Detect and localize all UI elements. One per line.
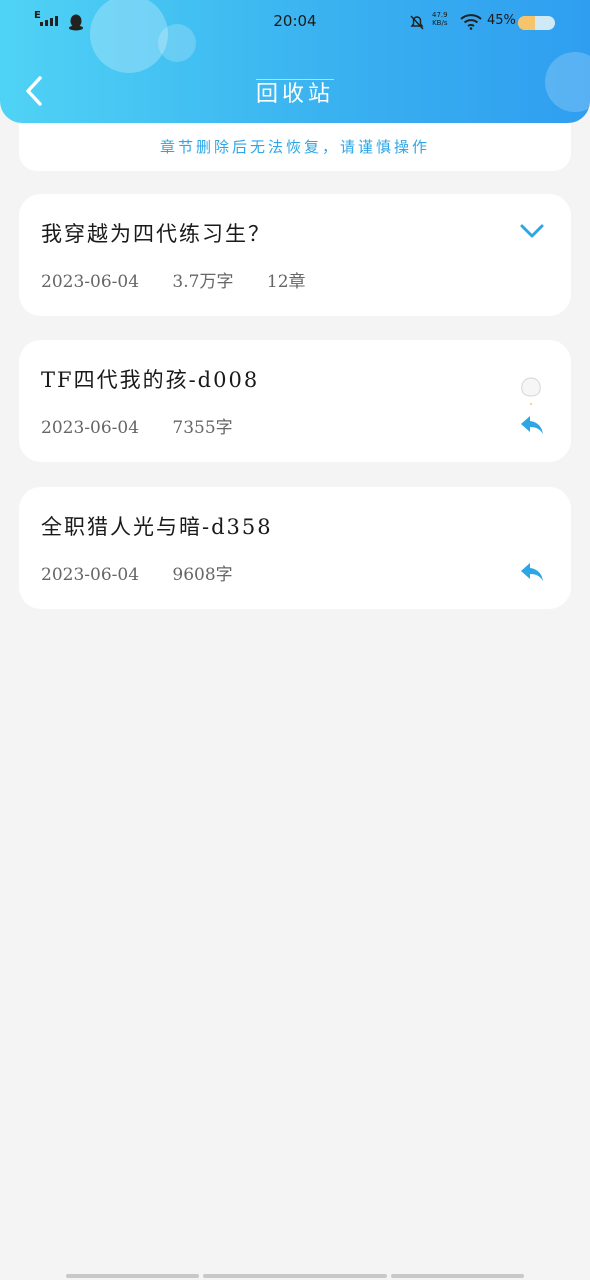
- nav-segment[interactable]: [66, 1274, 199, 1278]
- book-title: 我穿越为四代练习生？: [41, 222, 271, 246]
- battery-icon: [518, 16, 555, 30]
- book-word-count: 7355字: [172, 418, 233, 438]
- book-meta: 2023-06-04 7355字: [41, 413, 261, 438]
- book-card[interactable]: TF四代我的孩-d008 2023-06-04 7355字: [19, 340, 571, 462]
- page-title: 回收站: [0, 76, 590, 108]
- nav-segment[interactable]: [203, 1274, 387, 1278]
- book-date: 2023-06-04: [41, 272, 140, 292]
- wifi-icon: [460, 14, 482, 30]
- book-word-count: 9608字: [172, 565, 233, 585]
- book-title: 全职猎人光与暗-d358: [41, 515, 273, 539]
- mute-bell-icon: [410, 15, 424, 30]
- restore-icon[interactable]: [519, 561, 545, 583]
- book-date: 2023-06-04: [41, 418, 140, 438]
- chevron-down-icon[interactable]: [519, 218, 545, 244]
- book-word-count: 3.7万字: [172, 272, 234, 292]
- ghost-icon: [521, 377, 541, 405]
- book-card[interactable]: 全职猎人光与暗-d358 2023-06-04 9608字: [19, 487, 571, 609]
- battery-fill: [518, 16, 535, 30]
- book-title: TF四代我的孩-d008: [41, 368, 260, 392]
- book-meta: 2023-06-04 3.7万字 12章: [41, 267, 334, 292]
- network-speed: 47.9 KB/s: [432, 11, 448, 27]
- notice-text: 章节删除后无法恢复，请谨慎操作: [159, 138, 430, 156]
- restore-icon[interactable]: [519, 414, 545, 436]
- nav-segment[interactable]: [391, 1274, 524, 1278]
- header-bar: E 20:04 47.9 KB/s 45% 回收站: [0, 0, 590, 123]
- battery-percent: 45%: [487, 13, 516, 28]
- book-chapter-count: 12章: [266, 272, 306, 292]
- system-nav-bar: [66, 1274, 524, 1278]
- book-card[interactable]: 我穿越为四代练习生？ 2023-06-04 3.7万字 12章: [19, 194, 571, 316]
- book-date: 2023-06-04: [41, 565, 140, 585]
- book-meta: 2023-06-04 9608字: [41, 560, 261, 585]
- status-bar: E 20:04 47.9 KB/s 45%: [0, 0, 590, 42]
